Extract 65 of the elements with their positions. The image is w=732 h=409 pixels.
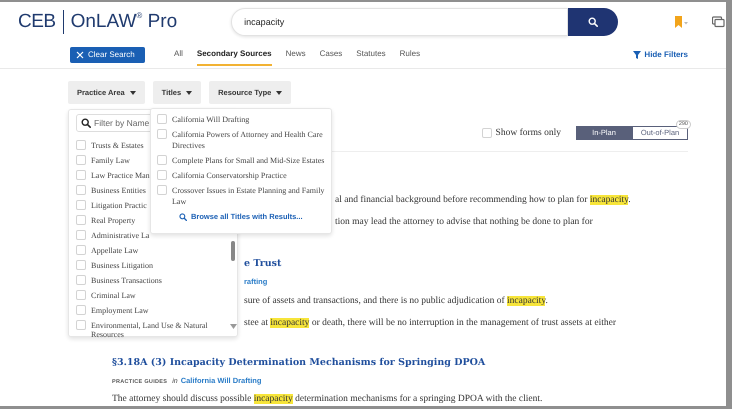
option-label[interactable]: Trusts & Estates	[91, 140, 144, 150]
filter-icon	[633, 51, 642, 59]
checkbox[interactable]	[76, 275, 86, 285]
search-icon	[81, 118, 91, 128]
tab[interactable]: Rules	[400, 44, 420, 66]
checkbox[interactable]	[157, 114, 167, 124]
checkbox[interactable]	[482, 128, 492, 138]
option-label[interactable]: Real Property	[91, 215, 136, 225]
option-label[interactable]: Complete Plans for Small and Mid-Size Estates	[172, 155, 324, 166]
checkbox[interactable]	[76, 155, 86, 165]
option-label[interactable]: Administrative La	[91, 230, 150, 240]
search-field[interactable]: incapacity	[231, 8, 568, 36]
checkbox[interactable]	[76, 245, 86, 255]
checkbox[interactable]	[76, 140, 86, 150]
caret-icon	[276, 90, 282, 94]
tab[interactable]: News	[286, 44, 306, 66]
option-label[interactable]: Employment Law	[91, 305, 149, 315]
option-label[interactable]: Business Transactions	[91, 275, 162, 285]
checkbox[interactable]	[157, 129, 167, 139]
checkbox[interactable]	[76, 230, 86, 240]
close-icon	[76, 51, 84, 59]
option-label[interactable]: Environmental, Land Use & Natural Resources	[91, 320, 236, 339]
clear-search-button[interactable]: Clear Search	[70, 47, 145, 63]
option-label[interactable]: Appellate Law	[91, 245, 138, 255]
hide-filters-button[interactable]: Hide Filters	[633, 49, 688, 61]
search-icon	[179, 212, 187, 221]
result-title-link[interactable]: §3.18A (3) Incapacity Determination Mechanisms for Springing DPOA	[112, 357, 486, 368]
checkbox[interactable]	[157, 155, 167, 165]
snippet-text: tion may lead the attorney to advise that nothing be done to plan for	[335, 217, 593, 227]
caret-icon	[130, 90, 136, 94]
search-icon	[588, 17, 598, 27]
checkbox[interactable]	[76, 215, 86, 225]
tab[interactable]: All	[174, 44, 183, 66]
checkbox[interactable]	[76, 305, 86, 315]
snippet-text: The attorney should discuss possible incapacity determination mechanisms for a springing DPOA with the client.	[112, 394, 542, 404]
checkbox[interactable]	[157, 170, 167, 180]
result-title-link[interactable]: e Trust	[244, 258, 282, 269]
checkbox-label: Show forms only	[496, 126, 561, 140]
tab[interactable]: Cases	[320, 44, 342, 66]
option-label[interactable]: Business Entities	[91, 185, 146, 195]
option-label[interactable]: California Conservatorship Practice	[172, 170, 287, 181]
checkbox[interactable]	[76, 185, 86, 195]
option-label[interactable]: Law Practice Man	[91, 170, 150, 180]
option-label[interactable]: Business Litigation	[91, 260, 153, 270]
tab[interactable]: Statutes	[356, 44, 386, 66]
scrollbar-thumb[interactable]	[231, 241, 235, 261]
option-label[interactable]: Crossover Issues in Estate Planning and Family Law	[172, 185, 325, 207]
option-label[interactable]: Family Law	[91, 155, 130, 165]
search-button[interactable]	[568, 8, 618, 36]
checkbox[interactable]	[76, 170, 86, 180]
option-label[interactable]: California Powers of Attorney and Health Care Directives	[172, 129, 325, 151]
checkbox[interactable]	[76, 200, 86, 210]
checkbox[interactable]	[157, 185, 167, 195]
tab[interactable]: Secondary Sources	[196, 44, 272, 66]
option-label[interactable]: Litigation Practic	[91, 200, 147, 210]
scroll-down-arrow-icon[interactable]	[230, 324, 237, 329]
checkbox[interactable]	[76, 320, 86, 330]
checkbox[interactable]	[76, 260, 86, 270]
caret-icon	[186, 90, 192, 94]
logo-text: CEB	[18, 10, 56, 34]
bookmark-icon[interactable]	[674, 16, 688, 28]
windows-icon[interactable]	[712, 16, 726, 28]
checkbox[interactable]	[76, 290, 86, 300]
product-name: OnLAW$^{®}$ Pro	[70, 10, 178, 34]
option-label[interactable]: Criminal Law	[91, 290, 136, 300]
